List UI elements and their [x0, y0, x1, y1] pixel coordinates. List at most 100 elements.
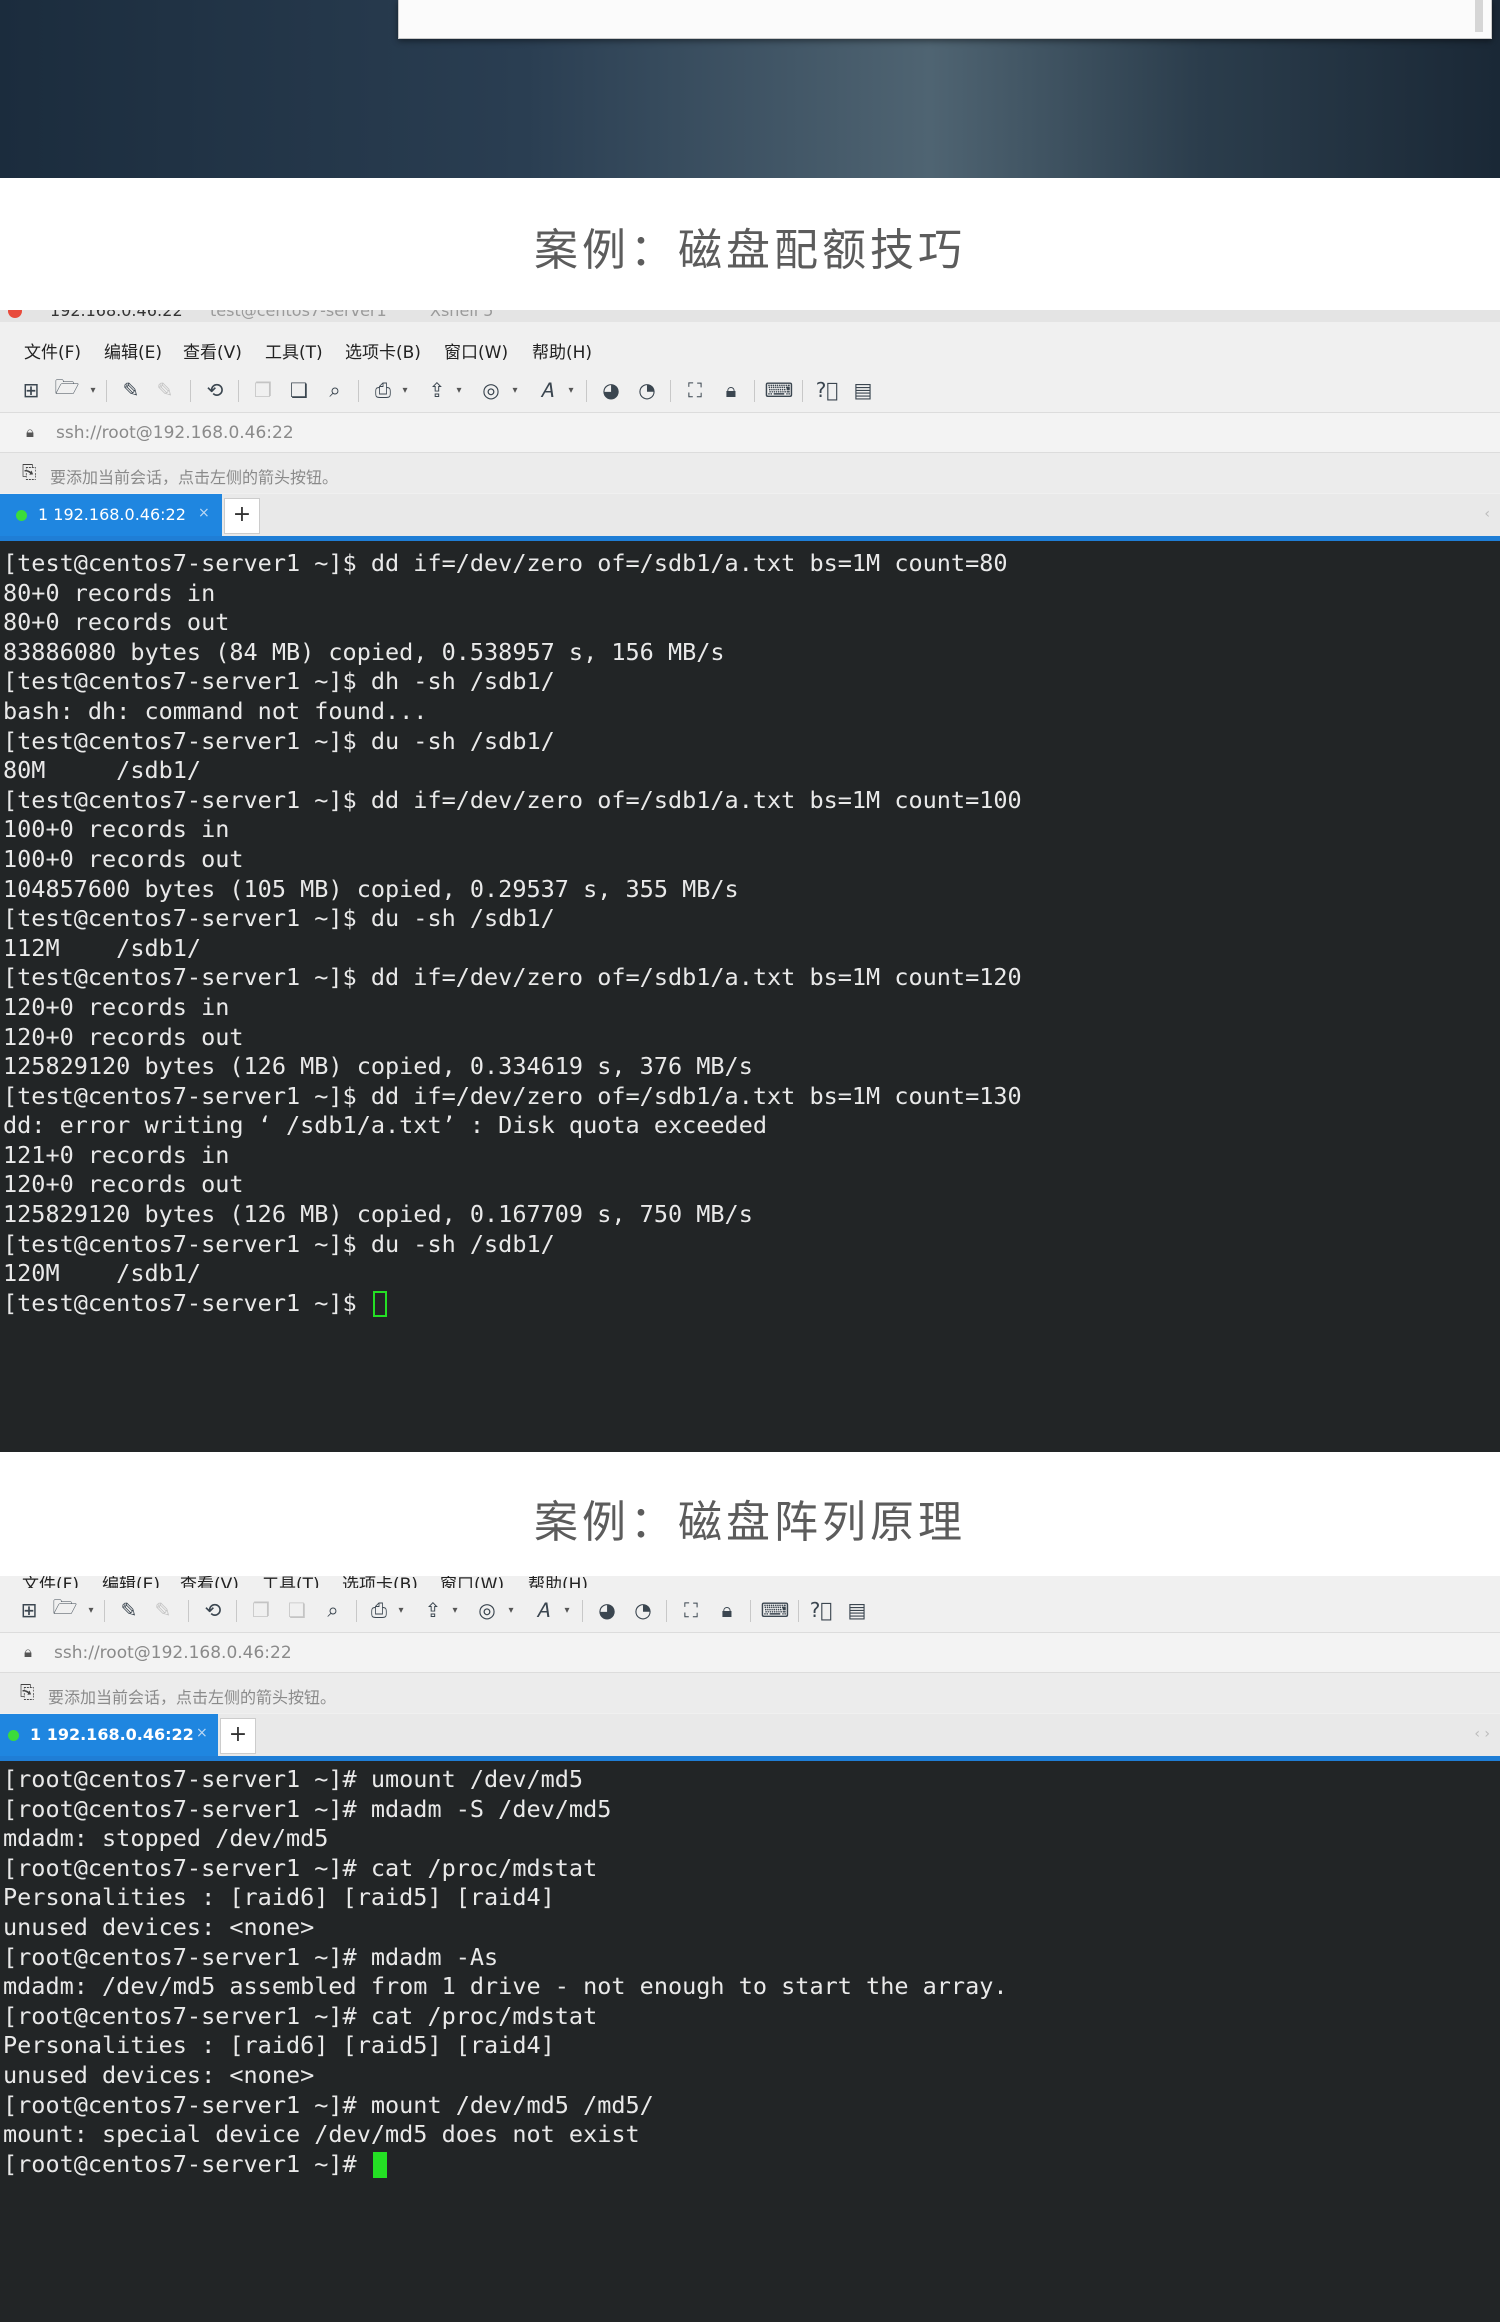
- reconnect-icon[interactable]: ⟲: [200, 1597, 226, 1623]
- script-icon[interactable]: ◔: [630, 1597, 656, 1623]
- tab-scroll-icon[interactable]: ‹: [1484, 506, 1490, 522]
- find-icon[interactable]: ⌕: [322, 377, 348, 403]
- dropdown-arrow-icon[interactable]: ▾: [86, 1597, 96, 1623]
- tab-session-1[interactable]: 1 192.168.0.46:22 ×: [0, 1714, 218, 1756]
- add-tab-button[interactable]: +: [224, 498, 260, 534]
- find-icon[interactable]: ⌕: [320, 1597, 346, 1623]
- dropdown-arrow-icon[interactable]: ▾: [396, 1597, 406, 1623]
- chat-icon[interactable]: ▤: [850, 377, 876, 403]
- terminal-line: [root@centos7-server1 ~]# umount /dev/md…: [3, 1765, 584, 1793]
- new-session-icon[interactable]: ⊞: [18, 377, 44, 403]
- globe-icon[interactable]: ◎: [478, 377, 504, 403]
- paste-icon[interactable]: ❏: [286, 377, 312, 403]
- help-icon[interactable]: ?⃝: [808, 1597, 834, 1623]
- menu-view[interactable]: 查看(V): [183, 338, 242, 363]
- script-icon[interactable]: ◔: [634, 377, 660, 403]
- new-session-icon[interactable]: ⊞: [16, 1597, 42, 1623]
- lock-icon: 🔒︎: [24, 1643, 32, 1661]
- dropdown-arrow-icon[interactable]: ▾: [566, 377, 576, 403]
- xftp-icon[interactable]: ◕: [598, 377, 624, 403]
- terminal-line: 100+0 records in: [3, 815, 230, 844]
- address-bar[interactable]: 🔒︎ ssh://root@192.168.0.46:22: [0, 412, 1500, 453]
- reconnect-icon[interactable]: ⟲: [202, 377, 228, 403]
- address-bar[interactable]: 🔒︎ ssh://root@192.168.0.46:22: [0, 1632, 1500, 1673]
- open-folder-icon[interactable]: 🗁: [52, 1595, 78, 1623]
- print-icon[interactable]: ⎙: [370, 377, 396, 403]
- dropdown-arrow-icon[interactable]: ▾: [450, 1597, 460, 1623]
- transfer-icon[interactable]: ⇪: [424, 377, 450, 403]
- cursor: [372, 2152, 387, 2179]
- connect-icon[interactable]: ✎: [118, 377, 144, 403]
- dropdown-arrow-icon[interactable]: ▾: [88, 377, 98, 403]
- terminal-line: mdadm: /dev/md5 assembled from 1 drive -…: [3, 1972, 1008, 2001]
- terminal-1[interactable]: [test@centos7-server1 ~]$ dd if=/dev/zer…: [0, 541, 1500, 1452]
- menu-bar: 文件(F) 编辑(E) 查看(V) 工具(T) 选项卡(B) 窗口(W) 帮助(…: [0, 330, 1500, 368]
- help-icon[interactable]: ?⃝: [814, 377, 840, 403]
- terminal-line: 80+0 records in: [3, 578, 216, 607]
- add-session-arrow-icon[interactable]: ⎘: [20, 1682, 34, 1703]
- terminal-2[interactable]: [root@centos7-server1 ~]# umount /dev/md…: [0, 1761, 1500, 2322]
- scrollbar[interactable]: [1475, 0, 1483, 32]
- fullscreen-icon[interactable]: ⛶: [682, 377, 708, 403]
- menu-tools[interactable]: 工具(T): [265, 338, 323, 363]
- tab-close-icon[interactable]: ×: [198, 505, 210, 521]
- terminal-line: unused devices: <none>: [3, 2060, 315, 2089]
- globe-icon[interactable]: ◎: [474, 1597, 500, 1623]
- terminal-line: [test@centos7-server1 ~]$ dd if=/dev/zer…: [3, 549, 1008, 577]
- terminal-line: 120+0 records out: [3, 1022, 244, 1051]
- keyboard-icon[interactable]: ⌨: [761, 1597, 790, 1623]
- dropdown-arrow-icon[interactable]: ▾: [400, 377, 410, 403]
- menu-window[interactable]: 窗口(W): [444, 338, 508, 363]
- open-folder-icon[interactable]: 🗁: [54, 375, 80, 403]
- terminal-prompt-line: [root@centos7-server1 ~]#: [0, 2150, 1500, 2180]
- menu-help[interactable]: 帮助(H): [532, 338, 592, 363]
- dropdown-arrow-icon[interactable]: ▾: [454, 377, 464, 403]
- terminal-line: [root@centos7-server1 ~]# mdadm -As: [3, 1942, 499, 1971]
- keyboard-icon[interactable]: ⌨: [765, 377, 794, 403]
- tab-close-icon[interactable]: ×: [196, 1725, 208, 1741]
- terminal-line: [root@centos7-server1 ~]# mdadm -S /dev/…: [3, 1794, 612, 1823]
- menu-tabs[interactable]: 选项卡(B): [345, 338, 421, 363]
- tab-scroll-icon[interactable]: ‹ ›: [1474, 1726, 1490, 1742]
- dropdown-arrow-icon[interactable]: ▾: [510, 377, 520, 403]
- terminal-line: [root@centos7-server1 ~]# cat /proc/mdst…: [3, 1853, 598, 1882]
- dropdown-arrow-icon[interactable]: ▾: [506, 1597, 516, 1623]
- terminal-line: 83886080 bytes (84 MB) copied, 0.538957 …: [3, 637, 725, 666]
- terminal-line: 120+0 records out: [3, 1170, 244, 1199]
- tab-bar: 1 192.168.0.46:22 × + ‹: [0, 494, 1500, 541]
- terminal-line: [test@centos7-server1 ~]$ dd if=/dev/zer…: [3, 963, 1022, 992]
- desktop-background: [0, 0, 1500, 178]
- lock-icon[interactable]: 🔒︎: [718, 377, 744, 403]
- chat-icon[interactable]: ▤: [844, 1597, 870, 1623]
- tab-session-1[interactable]: 1 192.168.0.46:22 ×: [0, 494, 222, 536]
- add-session-arrow-icon[interactable]: ⎘: [22, 462, 36, 483]
- tab-bar: 1 192.168.0.46:22 × + ‹ ›: [0, 1714, 1500, 1761]
- fullscreen-icon[interactable]: ⛶: [678, 1597, 704, 1623]
- cursor: [372, 1291, 387, 1318]
- address-url: ssh://root@192.168.0.46:22: [56, 423, 294, 443]
- menu-edit[interactable]: 编辑(E): [104, 338, 162, 363]
- xftp-icon[interactable]: ◕: [594, 1597, 620, 1623]
- tab-label: 1 192.168.0.46:22: [38, 505, 186, 524]
- font-icon[interactable]: 𝐴: [534, 377, 560, 403]
- terminal-line: 80M /sdb1/: [3, 756, 202, 785]
- add-tab-button[interactable]: +: [220, 1718, 256, 1754]
- terminal-line: 125829120 bytes (126 MB) copied, 0.16770…: [3, 1200, 753, 1229]
- terminal-line: 80+0 records out: [3, 608, 230, 637]
- terminal-line: [root@centos7-server1 ~]# mount /dev/md5…: [3, 2090, 654, 2119]
- transfer-icon[interactable]: ⇪: [420, 1597, 446, 1623]
- print-icon[interactable]: ⎙: [366, 1597, 392, 1623]
- terminal-prompt-line: [test@centos7-server1 ~]$: [0, 1289, 1500, 1319]
- lock-icon[interactable]: 🔒︎: [714, 1597, 740, 1623]
- terminal-line: dd: error writing ‘ /sdb1/a.txt’ : Disk …: [3, 1111, 768, 1140]
- terminal-line: [test@centos7-server1 ~]$ du -sh /sdb1/: [3, 726, 555, 755]
- session-hint-text: 要添加当前会话，点击左侧的箭头按钮。: [48, 1688, 337, 1707]
- terminal-line: [test@centos7-server1 ~]$ du -sh /sdb1/: [3, 904, 555, 933]
- dropdown-arrow-icon[interactable]: ▾: [562, 1597, 572, 1623]
- toolbar: ⊞ 🗁 ▾ ✎ ✎ ⟲ ❐ ❏ ⌕ ⎙ ▾ ⇪ ▾ ◎ ▾ 𝐴 ▾ ◕ ◔ ⛶ …: [0, 368, 1500, 412]
- menu-file[interactable]: 文件(F): [24, 338, 81, 363]
- connected-status-icon: [8, 1730, 19, 1741]
- font-icon[interactable]: 𝐴: [530, 1597, 556, 1623]
- connect-icon[interactable]: ✎: [116, 1597, 142, 1623]
- close-dot-icon[interactable]: [8, 310, 22, 318]
